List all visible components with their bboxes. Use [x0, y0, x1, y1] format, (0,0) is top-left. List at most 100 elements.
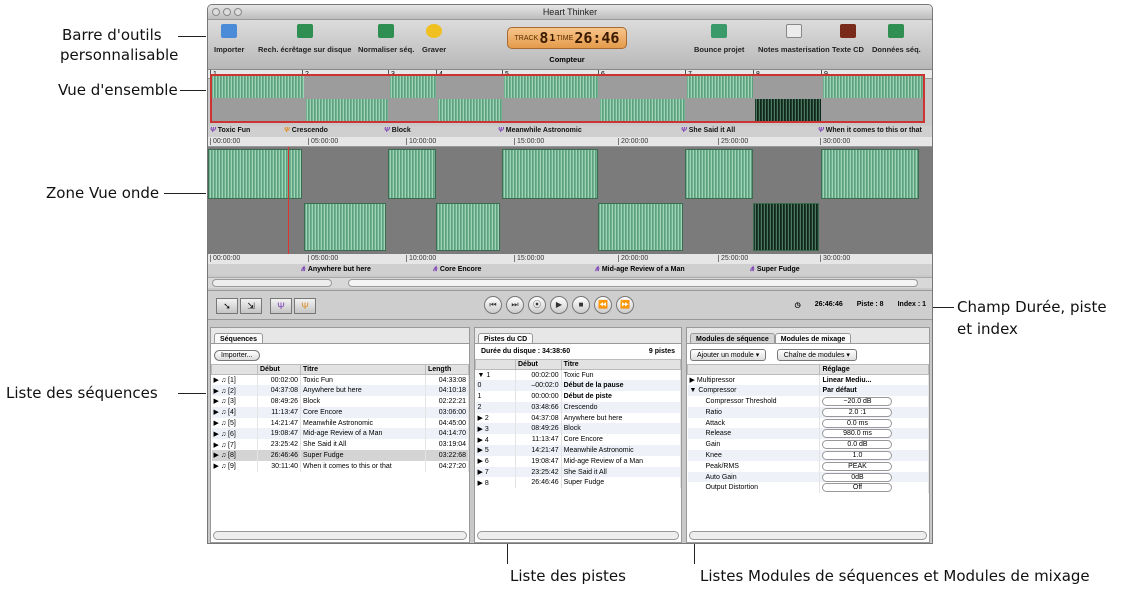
zoom-scroll-bar[interactable]: [208, 277, 932, 288]
rewind-button[interactable]: ⏪: [594, 296, 612, 314]
fast-forward-button[interactable]: ⏩: [616, 296, 634, 314]
marker-core-encore[interactable]: ⋔ Core Encore: [432, 265, 481, 273]
marker-she-said[interactable]: Ψ She Said it All: [681, 127, 735, 134]
table-row[interactable]: ▶ ♫ [6] 19:08:47 Mid-age Review of a Man 04…: [211, 428, 469, 440]
value-field[interactable]: 980.0 ms: [822, 429, 893, 439]
value-field[interactable]: 1.0: [822, 450, 893, 460]
marker-bar-top: Ψ Toxic Fun Ψ Crescendo Ψ Block Ψ Meanwh…: [208, 126, 932, 137]
table-row[interactable]: ▶ 5 14:21:47 Meanwhile Astronomic: [475, 445, 681, 456]
sequences-table: Début Titre Length ▶ ♫ [1] 00:02:00 Toxic …: [211, 364, 469, 472]
table-row[interactable]: ▶ ♫ [1] 00:02:00 Toxic Fun 04:33:08: [211, 374, 469, 386]
table-row[interactable]: 0 –00:02:0 Début de la pause: [475, 380, 681, 392]
table-row[interactable]: ▶ 3 08:49:26 Block: [475, 423, 681, 435]
table-row[interactable]: ▶ ♫ [5] 14:21:47 Meanwhile Astronomic 04:45…: [211, 417, 469, 429]
table-row[interactable]: Knee 1.0: [687, 450, 929, 461]
table-row[interactable]: ▶ ♫ [9] 30:11:40 When it comes to this or …: [211, 460, 469, 472]
modules-pane: Modules de séquence Modules de mixage Ajo…: [686, 327, 930, 543]
table-row[interactable]: ▶ 2 04:37:08 Anywhere but here: [475, 412, 681, 424]
value-field[interactable]: Off: [822, 483, 893, 493]
table-row[interactable]: Auto Gain 0dB: [687, 471, 929, 483]
add-module-dropdown[interactable]: Ajouter un module ▾: [690, 349, 767, 361]
play-button[interactable]: ▶: [550, 296, 568, 314]
stop-button[interactable]: ■: [572, 296, 590, 314]
select-tool-button[interactable]: ⇲: [240, 298, 262, 314]
toolbar-notes-button[interactable]: Notes masterisation: [758, 24, 830, 54]
table-row[interactable]: Release 980.0 ms: [687, 428, 929, 440]
marker-mid-age[interactable]: ⋔ Mid-age Review of a Man: [594, 265, 685, 273]
counter-label: Compteur: [549, 55, 585, 64]
value-field[interactable]: PEAK: [822, 461, 893, 471]
table-row[interactable]: Compressor Threshold −20.0 dB: [687, 396, 929, 407]
table-row[interactable]: ▶ ♫ [3] 08:49:26 Block 02:22:21: [211, 396, 469, 407]
table-row[interactable]: ▶ 4 11:13:47 Core Encore: [475, 434, 681, 446]
module-chain-dropdown[interactable]: Chaîne de modules ▾: [776, 349, 857, 361]
sequences-scrollbar[interactable]: [213, 531, 467, 540]
table-row[interactable]: Attack 0.0 ms: [687, 417, 929, 429]
marker-toxic-fun[interactable]: Ψ Toxic Fun: [210, 127, 250, 134]
table-row[interactable]: ▼ Compressor Par défaut: [687, 385, 929, 397]
counter-display: TRACK 8 1 TIME 26:46: [507, 27, 627, 49]
close-window-button[interactable]: [212, 8, 220, 16]
playhead[interactable]: [288, 147, 289, 254]
table-row[interactable]: ▶ ♫ [2] 04:37:08 Anywhere but here 04:10:18: [211, 385, 469, 397]
marker-block[interactable]: Ψ Block: [384, 127, 411, 134]
pointer-tool-button[interactable]: ➘: [216, 298, 238, 314]
next-track-button[interactable]: ⏭: [506, 296, 524, 314]
marker-anywhere[interactable]: ⋔ Anywhere but here: [300, 265, 371, 273]
marker-meanwhile[interactable]: Ψ Meanwhile Astronomic: [498, 127, 582, 134]
zoom-slider[interactable]: [212, 279, 332, 287]
callout-tracks-list: Liste des pistes: [510, 567, 626, 585]
table-row[interactable]: ▼ 1 00:02:00 Toxic Fun: [475, 369, 681, 381]
marker-crescendo[interactable]: Ψ Crescendo: [284, 127, 328, 134]
modules-scrollbar[interactable]: [689, 531, 927, 540]
table-row[interactable]: Ratio 2.0 :1: [687, 406, 929, 418]
value-field[interactable]: 0dB: [822, 472, 893, 482]
marker-when-it-comes[interactable]: Ψ When it comes to this or that: [818, 127, 922, 134]
minimize-window-button[interactable]: [223, 8, 231, 16]
toolbar-burn-button[interactable]: Graver: [422, 24, 446, 54]
clip-scan-icon: [296, 24, 313, 38]
waveform-zone[interactable]: [208, 147, 932, 254]
toolbar-info-button[interactable]: Données séq.: [872, 24, 921, 54]
burn-icon: [426, 24, 443, 38]
toolbar: Importer Rech. écrêtage sur disque Norma…: [208, 20, 932, 70]
marker-tool-button[interactable]: Ψ: [270, 298, 292, 314]
import-sequences-button[interactable]: Importer...: [214, 350, 260, 361]
table-row[interactable]: ▶ ♫ [7] 23:25:42 She Said it All 03:19:04: [211, 439, 469, 451]
value-field[interactable]: 0.0 ms: [822, 418, 893, 428]
disc-duration: Durée du disque : 34:38:60: [481, 348, 571, 355]
tracks-table: Début Titre ▼ 1 00:02:00 Toxic Fun 0 –00:02…: [475, 359, 681, 489]
table-row[interactable]: ▶ 6 19:08:47 Mid-age Review of a Man: [475, 455, 681, 467]
toolbar-bounce-button[interactable]: Bounce projet: [694, 24, 744, 54]
table-row[interactable]: Output Distortion Off: [687, 482, 929, 494]
value-field[interactable]: 2.0 :1: [822, 407, 893, 417]
toolbar-normalize-button[interactable]: Normaliser séq.: [358, 24, 414, 54]
table-row[interactable]: ▶ ♫ [8] 26:46:46 Super Fudge 03:22:68: [211, 450, 469, 461]
toolbar-import-button[interactable]: Importer: [214, 24, 244, 54]
value-field[interactable]: 0.0 dB: [822, 440, 893, 450]
table-row[interactable]: ▶ Multipressor Linear Mediu...: [687, 374, 929, 386]
table-row[interactable]: 1 00:00:00 Début de piste: [475, 391, 681, 402]
track-count: 9 pistes: [648, 348, 675, 355]
tracks-scrollbar[interactable]: [477, 531, 679, 540]
value-field[interactable]: −20.0 dB: [822, 396, 893, 406]
horizontal-scrollbar[interactable]: [348, 279, 918, 287]
toolbar-clip-scan-button[interactable]: Rech. écrêtage sur disque: [258, 24, 351, 54]
bounce-icon: [711, 24, 728, 38]
marker-super-fudge[interactable]: ⋔ Super Fudge: [749, 265, 800, 273]
table-row[interactable]: ▶ 8 26:46:46 Super Fudge: [475, 477, 681, 489]
table-row[interactable]: Peak/RMS PEAK: [687, 460, 929, 472]
table-row[interactable]: ▶ ♫ [4] 11:13:47 Core Encore 03:06:00: [211, 406, 469, 418]
notes-icon: [785, 24, 802, 38]
overview-area[interactable]: [210, 74, 925, 123]
record-button[interactable]: ⦿: [528, 296, 546, 314]
sequences-pane: Séquences Importer... Début Titre Length…: [210, 327, 470, 543]
table-row[interactable]: 2 03:48:66 Crescendo: [475, 401, 681, 413]
duration-track-index-field: ◷ 26:46:46 Piste : 8 Index : 1: [795, 301, 926, 309]
table-row[interactable]: ▶ 7 23:25:42 She Said it All: [475, 466, 681, 478]
previous-track-button[interactable]: ⏮: [484, 296, 502, 314]
table-row[interactable]: Gain 0.0 dB: [687, 439, 929, 451]
toolbar-cd-text-button[interactable]: Texte CD: [832, 24, 864, 54]
orange-marker-tool-button[interactable]: Ψ: [294, 298, 316, 314]
zoom-window-button[interactable]: [234, 8, 242, 16]
